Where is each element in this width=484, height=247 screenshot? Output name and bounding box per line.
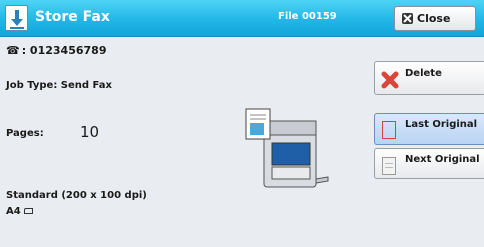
document-icon [382, 157, 396, 175]
close-label: Close [417, 12, 451, 25]
pages-value: 10 [80, 123, 100, 141]
job-type: Job Type: Send Fax [6, 80, 112, 91]
fax-number-value: : 0123456789 [21, 44, 107, 57]
delete-label: Delete [405, 68, 442, 79]
title-bar: Store Fax File 00159 Close [0, 0, 484, 37]
download-icon [5, 5, 28, 31]
close-button[interactable]: Close [394, 6, 476, 31]
file-name: File 00159 [278, 11, 337, 22]
printer-illustration [245, 108, 329, 188]
document-icon [382, 121, 396, 139]
paper-orientation-icon [23, 208, 33, 214]
next-original-label: Next Original [405, 154, 480, 165]
phone-icon: ☎ [6, 44, 20, 57]
next-original-button[interactable]: Next Original [374, 148, 484, 179]
fax-number: ☎: 0123456789 [6, 44, 106, 57]
last-original-button[interactable]: Last Original [374, 113, 484, 145]
delete-button[interactable]: Delete [374, 61, 484, 95]
delete-icon [381, 71, 399, 89]
paper-size: A4 [6, 206, 33, 217]
last-original-label: Last Original [405, 119, 478, 130]
paper-size-value: A4 [6, 206, 21, 217]
page-title: Store Fax [35, 9, 110, 25]
close-icon [402, 13, 413, 24]
pages-label: Pages: [6, 128, 44, 139]
resolution-value: Standard (200 x 100 dpi) [6, 190, 147, 201]
